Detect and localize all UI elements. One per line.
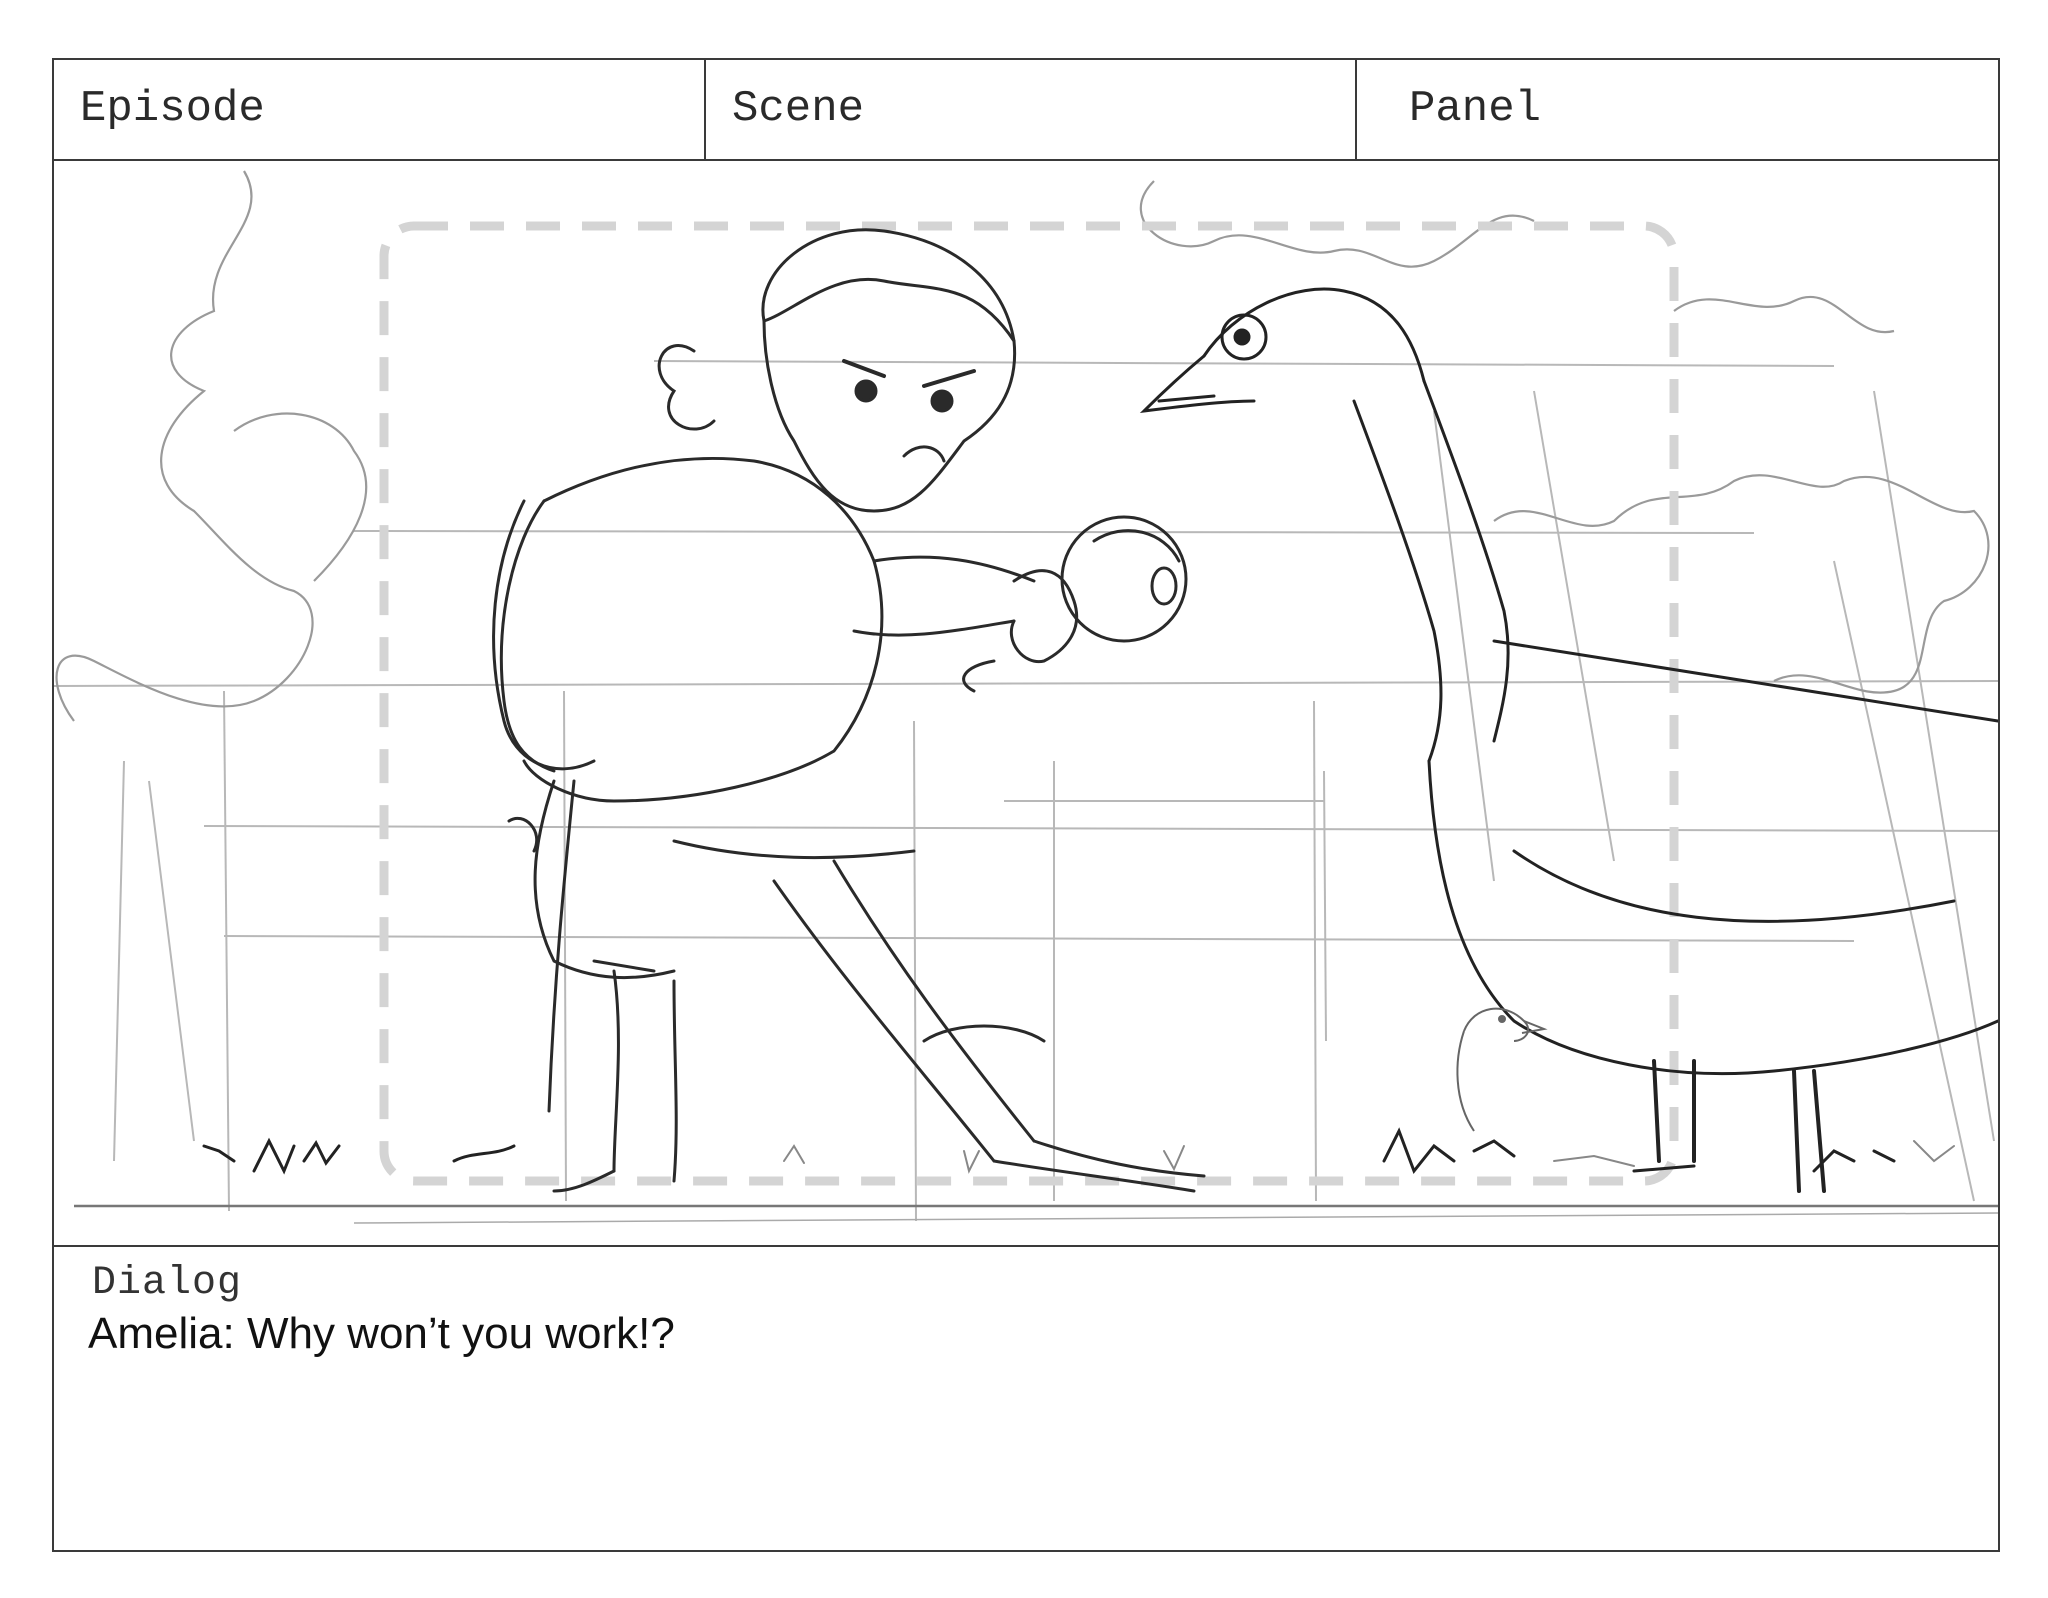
dialog-title: Dialog: [92, 1261, 243, 1306]
panel-field[interactable]: Panel: [1357, 60, 1998, 159]
header-row: Episode Scene Panel: [54, 60, 1998, 161]
episode-field[interactable]: Episode: [54, 60, 706, 159]
storyboard-sheet: Episode Scene Panel Dialog Amelia: Why w…: [52, 58, 2000, 1552]
episode-label: Episode: [80, 84, 265, 134]
scene-field[interactable]: Scene: [706, 60, 1357, 159]
dialog-line[interactable]: Amelia: Why won’t you work!?: [88, 1309, 675, 1359]
storyboard-sketch: [54, 170, 1998, 1224]
panel-label: Panel: [1409, 84, 1542, 134]
scene-label: Scene: [732, 84, 865, 134]
panel-frame: [54, 161, 1998, 1247]
dialog-section: Dialog Amelia: Why won’t you work!?: [54, 1247, 1998, 1550]
